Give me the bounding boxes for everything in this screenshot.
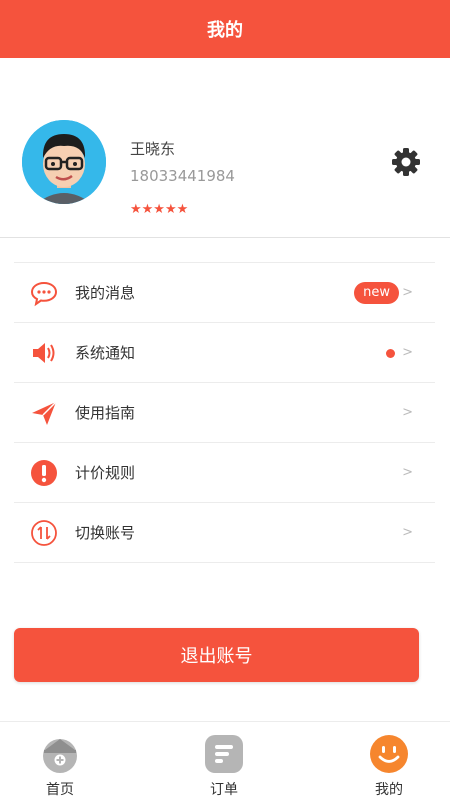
exclamation-icon	[31, 460, 57, 486]
profile-section: 王晓东 18033441984 ★★★★★	[0, 58, 450, 238]
menu-item-label: 使用指南	[75, 404, 136, 422]
tab-home[interactable]: 首页	[10, 722, 110, 800]
tab-label: 首页	[46, 782, 74, 798]
settings-button[interactable]	[390, 146, 422, 178]
switch-arrows-icon	[31, 520, 57, 546]
menu-list: 我的消息 new > 系统通知 > 使用指南 > 计价规则 > 切换账号 >	[14, 262, 435, 563]
menu-item-label: 我的消息	[75, 284, 136, 302]
chevron-right-icon: >	[402, 285, 413, 300]
avatar-cartoon-man-icon	[22, 120, 106, 204]
tab-orders[interactable]: 订单	[174, 722, 274, 800]
tab-label: 我的	[375, 782, 403, 798]
user-name: 王晓东	[130, 140, 176, 158]
chevron-right-icon: >	[402, 405, 413, 420]
bottom-tab-bar: 首页 订单 我的	[0, 721, 450, 800]
chevron-right-icon: >	[402, 525, 413, 540]
unread-dot	[386, 349, 395, 358]
gear-icon	[392, 148, 420, 176]
speaker-icon	[33, 343, 55, 363]
menu-item-switch-account[interactable]: 切换账号 >	[14, 503, 435, 563]
menu-item-guide[interactable]: 使用指南 >	[14, 383, 435, 443]
menu-item-label: 系统通知	[75, 344, 136, 362]
smile-icon	[370, 735, 408, 773]
menu-item-pricing[interactable]: 计价规则 >	[14, 443, 435, 503]
new-badge: new	[354, 282, 399, 304]
page-title: 我的	[207, 20, 243, 41]
orders-icon	[205, 735, 243, 773]
tab-mine[interactable]: 我的	[339, 722, 439, 800]
tab-label: 订单	[210, 782, 238, 798]
logout-button[interactable]: 退出账号	[14, 628, 419, 682]
avatar[interactable]	[22, 120, 106, 204]
rating-stars: ★★★★★	[130, 202, 189, 217]
chevron-right-icon: >	[402, 345, 413, 360]
paper-plane-icon	[32, 401, 57, 425]
menu-item-label: 切换账号	[75, 524, 136, 542]
menu-item-messages[interactable]: 我的消息 new >	[14, 263, 435, 323]
page-header: 我的	[0, 0, 450, 58]
chat-bubble-icon	[30, 281, 58, 307]
home-icon	[43, 739, 77, 773]
menu-item-notifications[interactable]: 系统通知 >	[14, 323, 435, 383]
chevron-right-icon: >	[402, 465, 413, 480]
user-phone: 18033441984	[130, 167, 235, 185]
menu-item-label: 计价规则	[75, 464, 136, 482]
